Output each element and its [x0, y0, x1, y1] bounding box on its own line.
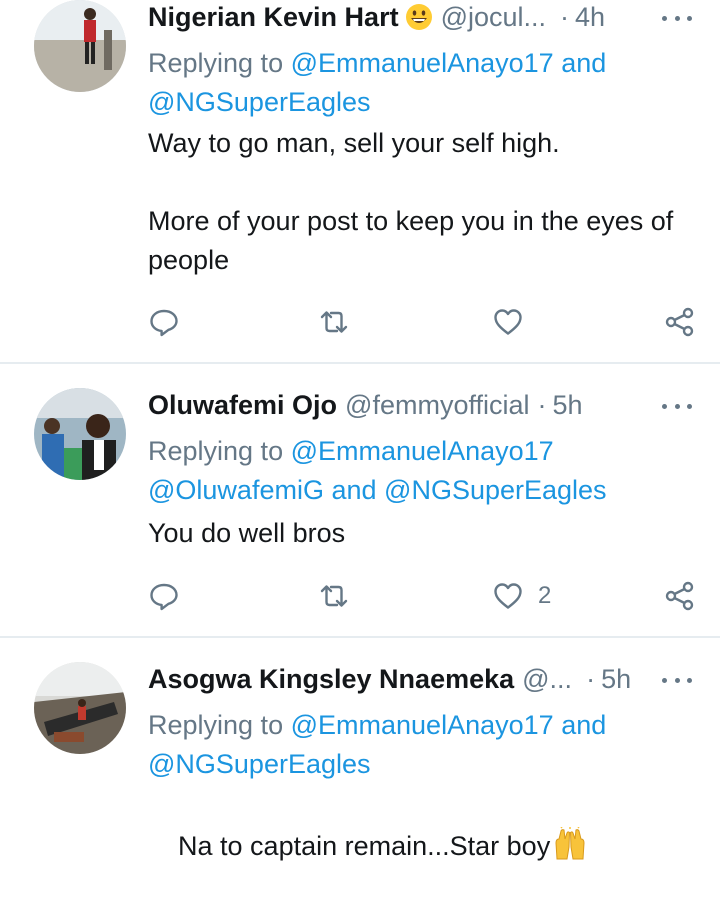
like-count: 2: [538, 582, 552, 609]
heart-icon: [494, 583, 522, 609]
user-handle[interactable]: @...: [522, 664, 572, 695]
grinning-face-icon: [405, 4, 432, 30]
like-button[interactable]: [492, 302, 538, 342]
tweet-header: Asogwa Kingsley Nnaemeka @... · 5h: [148, 662, 660, 696]
mention-link[interactable]: @EmmanuelAnayo17: [291, 710, 554, 740]
tweet-2[interactable]: Oluwafemi Ojo @femmyofficial · 5h Replyi…: [0, 364, 720, 636]
avatar[interactable]: [34, 662, 126, 754]
user-handle[interactable]: @femmyofficial: [345, 390, 529, 421]
mention-conjunction: and: [561, 48, 607, 78]
more-icon[interactable]: [662, 396, 692, 416]
display-name[interactable]: Nigerian Kevin Hart: [148, 2, 399, 33]
more-icon[interactable]: [662, 670, 692, 690]
replying-to: Replying to @EmmanuelAnayo17 and @NGSupe…: [148, 44, 700, 122]
tweet-header: Nigerian Kevin Hart @jocul... · 4h: [148, 0, 660, 34]
separator-dot: ·: [560, 1, 570, 32]
timestamp[interactable]: 4h: [575, 2, 605, 33]
retweet-icon: [320, 311, 348, 333]
mention-link[interactable]: @NGSuperEagles: [148, 87, 371, 117]
reply-icon: [150, 583, 178, 611]
mention-link[interactable]: @NGSuperEagles: [148, 749, 371, 779]
replying-to-label: Replying to: [148, 436, 284, 466]
separator-dot: ·: [586, 663, 596, 694]
tweet-text: Na to captain remain...Star boy: [148, 788, 700, 905]
replying-to-label: Replying to: [148, 48, 284, 78]
share-button[interactable]: [664, 302, 696, 342]
action-bar: [148, 302, 698, 342]
share-button[interactable]: [664, 576, 696, 616]
tweet-text: You do well bros: [148, 518, 346, 548]
user-handle[interactable]: @jocul...: [441, 2, 546, 33]
mention-link[interactable]: @OluwafemiG: [148, 475, 324, 505]
replying-to: Replying to @EmmanuelAnayo17 and @NGSupe…: [148, 706, 700, 784]
replying-to: Replying to @EmmanuelAnayo17 @OluwafemiG…: [148, 432, 700, 510]
mention-link[interactable]: @NGSuperEagles: [384, 475, 607, 505]
mention-link[interactable]: @EmmanuelAnayo17: [291, 48, 554, 78]
mention-conjunction: and: [561, 710, 607, 740]
share-icon: [665, 581, 694, 611]
tweet-1[interactable]: Nigerian Kevin Hart @jocul... · 4h Reply…: [0, 0, 720, 362]
retweet-icon: [320, 585, 348, 607]
heart-icon: [494, 309, 522, 335]
display-name[interactable]: Asogwa Kingsley Nnaemeka: [148, 664, 514, 695]
reply-button[interactable]: [148, 302, 180, 342]
avatar[interactable]: [34, 0, 126, 92]
retweet-button[interactable]: [318, 302, 350, 342]
reply-button[interactable]: [148, 576, 180, 616]
timestamp[interactable]: 5h: [552, 390, 582, 421]
like-button[interactable]: 2: [492, 576, 551, 616]
share-icon: [665, 307, 694, 337]
mention-conjunction: and: [331, 475, 377, 505]
retweet-button[interactable]: [318, 576, 350, 616]
avatar[interactable]: [34, 388, 126, 480]
tweet-text-content: Na to captain remain...Star boy: [178, 831, 551, 861]
tweet-3[interactable]: Asogwa Kingsley Nnaemeka @... · 5h Reply…: [0, 638, 720, 861]
timestamp[interactable]: 5h: [601, 664, 631, 695]
display-name[interactable]: Oluwafemi Ojo: [148, 390, 337, 421]
tweet-header: Oluwafemi Ojo @femmyofficial · 5h: [148, 388, 660, 422]
separator-dot: ·: [537, 389, 547, 420]
more-icon[interactable]: [662, 8, 692, 28]
mention-link[interactable]: @EmmanuelAnayo17: [291, 436, 554, 466]
raising-hands-icon: [555, 826, 585, 860]
replying-to-label: Replying to: [148, 710, 284, 740]
tweet-text: Way to go man, sell your self high. More…: [148, 128, 674, 275]
reply-icon: [150, 309, 178, 337]
action-bar: 2: [148, 576, 698, 616]
